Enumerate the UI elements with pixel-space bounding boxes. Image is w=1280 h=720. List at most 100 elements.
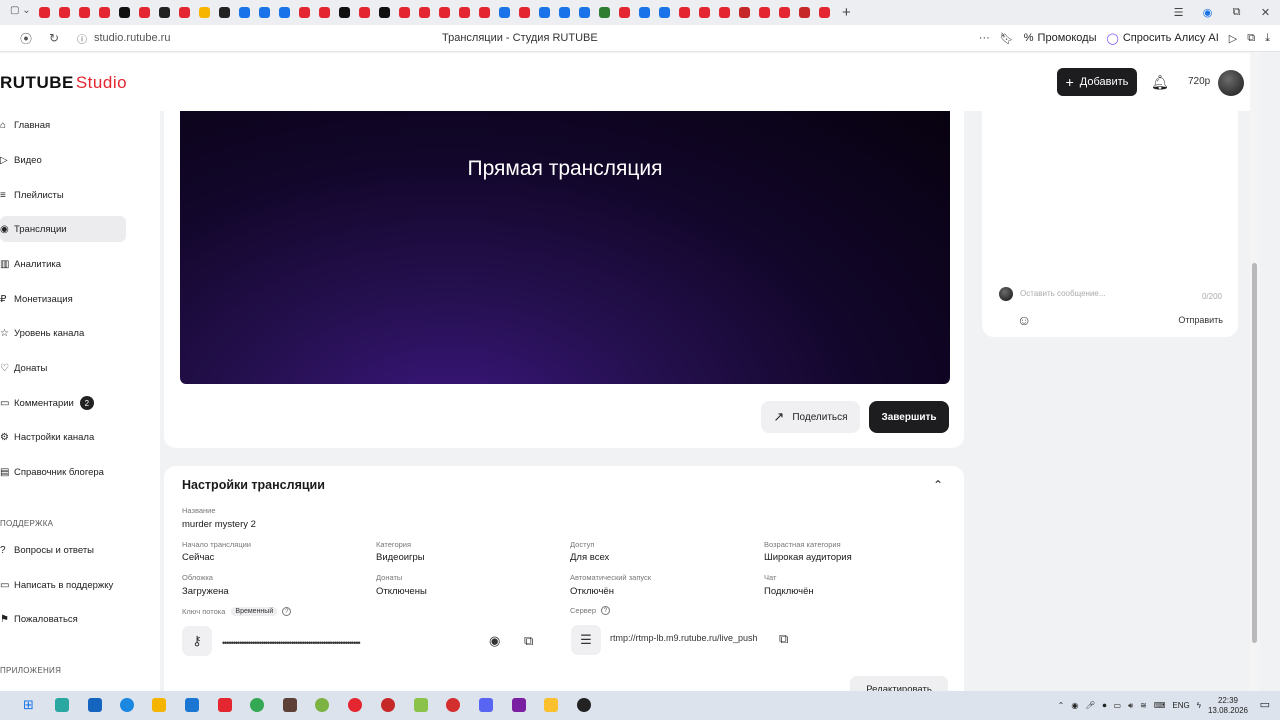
lightning-icon[interactable]: ϟ xyxy=(1197,701,1201,710)
yandex-browser-icon[interactable] xyxy=(348,698,362,712)
browser-tab[interactable] xyxy=(754,3,774,23)
new-tab-icon[interactable]: + xyxy=(842,4,851,21)
sidebar-item-report[interactable]: ⚑ Пожаловаться xyxy=(0,606,126,632)
sidebar-item-guide[interactable]: ▤ Справочник блогера xyxy=(0,459,126,485)
app-icon[interactable] xyxy=(414,698,428,712)
browser-tab[interactable] xyxy=(514,3,534,23)
browser-tab[interactable] xyxy=(314,3,334,23)
browser-tab[interactable] xyxy=(554,3,574,23)
chat-input[interactable]: Оставить сообщение... xyxy=(1020,289,1220,305)
browser-tab[interactable] xyxy=(774,3,794,23)
chrome-icon[interactable] xyxy=(250,698,264,712)
browser-tab[interactable] xyxy=(214,3,234,23)
sidebar-item-faq[interactable]: ? Вопросы и ответы xyxy=(0,537,126,563)
sidebar-item-level[interactable]: ☆ Уровень канала xyxy=(0,320,126,346)
keyboard-icon[interactable]: ⌨ xyxy=(1154,701,1166,710)
browser-tab[interactable] xyxy=(654,3,674,23)
app-icon[interactable] xyxy=(544,698,558,712)
browser-tab[interactable] xyxy=(294,3,314,23)
eye-icon[interactable]: ◉ xyxy=(489,633,500,649)
app-icon[interactable] xyxy=(512,698,526,712)
sidebar-item-playlists[interactable]: ≡ Плейлисты xyxy=(0,182,126,208)
clock[interactable]: 22:39 13.08.2026 xyxy=(1208,696,1248,716)
opera-gx-icon[interactable] xyxy=(446,698,460,712)
send-button[interactable]: Отправить xyxy=(1178,315,1223,325)
browser-tab[interactable] xyxy=(34,3,54,23)
collections-icon[interactable]: ⧉ xyxy=(1247,32,1255,45)
record-icon[interactable]: ⏺ xyxy=(1103,701,1107,711)
browser-tab[interactable] xyxy=(134,3,154,23)
app-icon[interactable] xyxy=(283,698,297,712)
wifi-icon[interactable]: ≋ xyxy=(1140,701,1147,710)
browser-tab[interactable] xyxy=(534,3,554,23)
app-icon[interactable] xyxy=(315,698,329,712)
chevron-up-icon[interactable]: ⌃ xyxy=(1058,701,1065,710)
reload-icon[interactable]: ↻ xyxy=(49,31,59,45)
download-icon[interactable]: ⤓ xyxy=(1265,32,1270,45)
browser-tab[interactable] xyxy=(74,3,94,23)
help-icon[interactable]: ? xyxy=(601,606,611,615)
copy-server-icon[interactable]: ⧉ xyxy=(779,631,788,647)
browser-tab[interactable] xyxy=(174,3,194,23)
obs-icon[interactable] xyxy=(577,698,591,712)
browser-tab[interactable] xyxy=(374,3,394,23)
volume-icon[interactable]: 🔊︎ xyxy=(1128,701,1133,711)
browser-tab[interactable] xyxy=(54,3,74,23)
discord-icon[interactable] xyxy=(479,698,493,712)
start-icon[interactable]: ⊞ xyxy=(23,697,34,713)
stream-key-field[interactable]: ••••••••••••••••••••••••••••••••••••••••… xyxy=(222,638,478,648)
browser-tab[interactable] xyxy=(814,3,834,23)
store-icon[interactable] xyxy=(185,698,199,712)
sidebar-item-broadcasts[interactable]: ◉ Трансляции xyxy=(0,216,126,242)
copy-key-icon[interactable]: ⧉ xyxy=(524,633,533,649)
browser-tab[interactable] xyxy=(574,3,594,23)
avatar[interactable] xyxy=(1218,70,1244,96)
page-scrollbar[interactable] xyxy=(1250,53,1260,691)
browser-tab[interactable] xyxy=(434,3,454,23)
emoji-icon[interactable]: ☺ xyxy=(1017,312,1031,328)
close-window-icon[interactable]: ✕ xyxy=(1251,6,1280,19)
browser-tab[interactable] xyxy=(794,3,814,23)
sidebar-item-donations[interactable]: ♡ Донаты xyxy=(0,355,126,381)
sidebar-item-video[interactable]: ▷ Видео xyxy=(0,147,126,173)
sidebar-item-channel-settings[interactable]: ⚙ Настройки канала xyxy=(0,424,126,450)
opera-icon[interactable] xyxy=(381,698,395,712)
browser-tab[interactable] xyxy=(94,3,114,23)
sidebar-item-home[interactable]: ⌂ Главная xyxy=(0,112,126,138)
sidebar-item-analytics[interactable]: ▥ Аналитика xyxy=(0,251,126,277)
video-player[interactable]: Прямая трансляция xyxy=(180,111,950,384)
browser-tab[interactable] xyxy=(494,3,514,23)
bell-icon[interactable]: 🔔︎ xyxy=(1151,74,1169,91)
app-icon[interactable] xyxy=(55,698,69,712)
browser-tab[interactable] xyxy=(274,3,294,23)
browser-tab[interactable] xyxy=(254,3,274,23)
browser-tab[interactable] xyxy=(394,3,414,23)
browser-tab[interactable] xyxy=(694,3,714,23)
network-icon[interactable]: ◉ xyxy=(1071,701,1078,710)
edge-icon[interactable] xyxy=(120,698,134,712)
app-icon[interactable] xyxy=(88,698,102,712)
browser-tab[interactable] xyxy=(674,3,694,23)
help-icon[interactable]: ? xyxy=(282,607,292,616)
browser-tab[interactable] xyxy=(714,3,734,23)
scrollbar-thumb[interactable] xyxy=(1252,263,1257,643)
yandex-icon[interactable] xyxy=(218,698,232,712)
quality-label[interactable]: 720p xyxy=(1188,76,1210,87)
add-button[interactable]: + Добавить xyxy=(1057,68,1137,96)
browser-tab[interactable] xyxy=(454,3,474,23)
restore-icon[interactable]: ⧉ xyxy=(1222,6,1251,19)
browser-tab[interactable] xyxy=(234,3,254,23)
sidebar-item-comments[interactable]: ▭ Комментарии 2 xyxy=(0,390,126,416)
browser-tab[interactable] xyxy=(114,3,134,23)
promo-button[interactable]: % Промокоды xyxy=(1024,32,1097,44)
notifications-icon[interactable]: ▭ xyxy=(1260,698,1270,711)
browser-tab[interactable] xyxy=(334,3,354,23)
finish-button[interactable]: Завершить xyxy=(869,401,949,433)
browser-tab[interactable] xyxy=(614,3,634,23)
browser-tab[interactable] xyxy=(474,3,494,23)
studio-logo[interactable]: RUTUBE Studio xyxy=(0,73,127,93)
browser-tab[interactable] xyxy=(734,3,754,23)
back-icon[interactable]: ⦿ xyxy=(20,30,32,47)
display-icon[interactable]: ▭ xyxy=(1114,701,1122,710)
sidebar-item-contact-support[interactable]: ▭ Написать в поддержку xyxy=(0,572,126,598)
